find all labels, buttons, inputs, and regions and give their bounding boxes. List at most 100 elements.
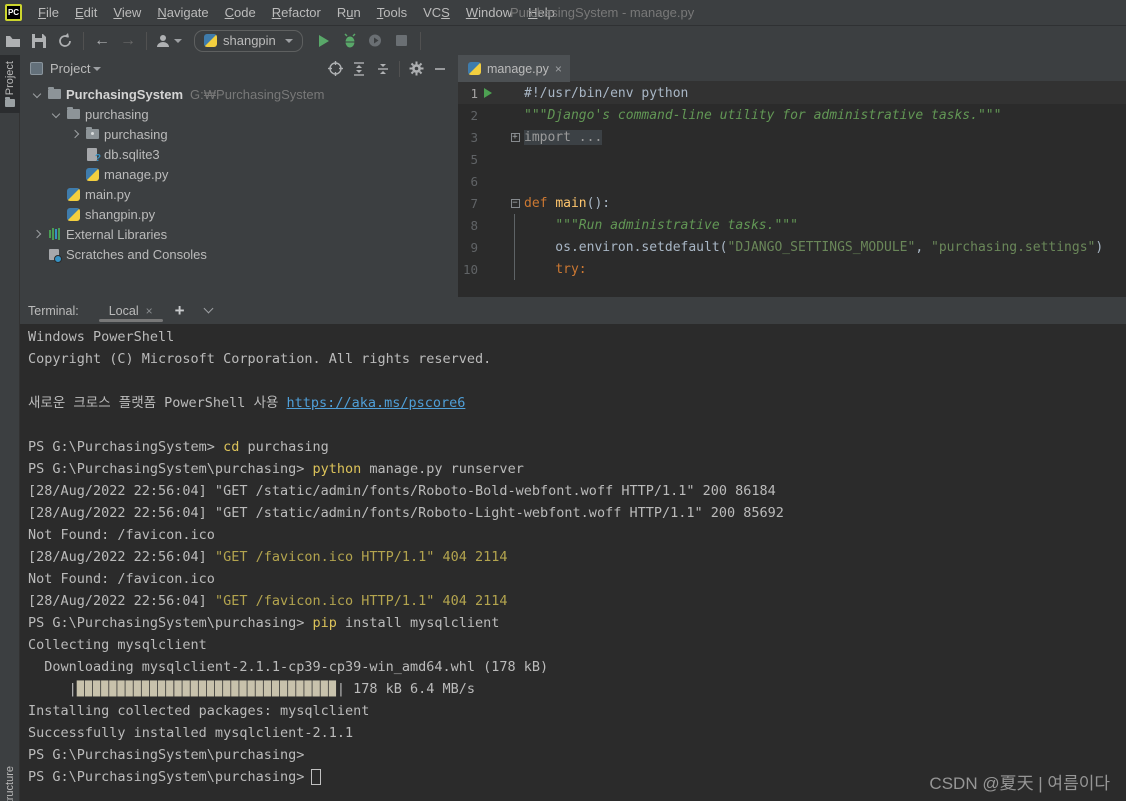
folder-icon [65,106,81,122]
chevron-right-icon[interactable] [66,131,84,137]
run-configuration-select[interactable]: shangpin [194,30,303,52]
tree-item-external-libraries[interactable]: External Libraries [20,224,458,244]
fold-collapse-icon[interactable]: − [508,192,522,214]
terminal-line-20: PS G:\PurchasingSystem\purchasing> [28,744,1126,766]
save-icon[interactable] [26,29,52,53]
chevron-down-icon[interactable] [47,111,65,117]
tree-item-scratches-and-consoles[interactable]: Scratches and Consoles [20,244,458,264]
structure-stripe-label: Structure [4,766,16,801]
terminal-label: Terminal: [28,304,79,318]
debug-button[interactable] [337,29,363,53]
toolbar-separator [83,32,84,50]
code-text: def main(): [522,196,610,211]
collapse-all-icon[interactable] [371,58,395,80]
fold-slot [508,82,522,104]
run-button[interactable] [311,29,337,53]
tree-item-purchasing[interactable]: purchasing [20,104,458,124]
code-line-1[interactable]: 1#!/usr/bin/env python [458,82,1126,104]
tab-manage-py[interactable]: manage.py × [458,55,570,82]
code-line-9[interactable]: 9 os.environ.setdefault("DJANGO_SETTINGS… [458,236,1126,258]
terminal-line-2: Copyright (C) Microsoft Corporation. All… [28,348,1126,370]
tree-item-label: main.py [85,187,131,202]
sync-icon[interactable] [52,29,78,53]
close-icon[interactable]: × [555,62,562,76]
tree-item-purchasing[interactable]: purchasing [20,124,458,144]
tree-item-manage-py[interactable]: manage.py [20,164,458,184]
chevron-down-icon[interactable] [28,91,46,97]
terminal-link[interactable]: https://aka.ms/pscore6 [287,395,466,411]
chevron-right-icon[interactable] [28,231,46,237]
terminal-line-12: Not Found: /favicon.ico [28,568,1126,590]
menu-run[interactable]: Run [329,5,369,20]
terminal-tab-local[interactable]: Local × [105,297,157,324]
menu-navigate[interactable]: Navigate [149,5,216,20]
code-line-2[interactable]: 2"""Django's command-line utility for ad… [458,104,1126,126]
code-text: #!/usr/bin/env python [522,86,688,101]
terminal-header: Terminal: Local × + [20,297,1126,324]
tree-item-label: External Libraries [66,227,167,242]
terminal-line-17: |▉▉▉▉▉▉▉▉▉▉▉▉▉▉▉▉▉▉▉▉▉▉▉▉▉▉▉▉▉▉▉▉| 178 k… [28,678,1126,700]
menu-edit[interactable]: Edit [67,5,105,20]
close-icon[interactable]: × [146,304,153,318]
line-number: 3 [458,130,478,145]
tree-item-purchasingsystem[interactable]: PurchasingSystemG:₩PurchasingSystem [20,84,458,104]
expand-all-icon[interactable] [347,58,371,80]
project-panel-title[interactable]: Project [50,61,90,76]
tree-item-db-sqlite3[interactable]: ?db.sqlite3 [20,144,458,164]
new-terminal-icon[interactable]: + [175,301,185,321]
coverage-button[interactable] [363,29,389,53]
project-panel-header: Project [20,55,458,82]
code-editor[interactable]: 1#!/usr/bin/env python2"""Django's comma… [458,82,1126,280]
code-text: try: [522,262,587,277]
main-toolbar: ← → shangpin [0,26,1126,55]
package-icon [84,126,100,142]
code-line-6[interactable]: 6 [458,170,1126,192]
pycharm-window: PC FileEditViewNavigateCodeRefactorRunTo… [0,0,1126,801]
terminal-lines: Windows PowerShellCopyright (C) Microsof… [28,326,1126,788]
tree-item-shangpin-py[interactable]: shangpin.py [20,204,458,224]
terminal-line-11: [28/Aug/2022 22:56:04] "GET /favicon.ico… [28,546,1126,568]
project-tree: PurchasingSystemG:₩PurchasingSystem purch… [20,82,458,264]
fold-slot [508,258,522,280]
line-number: 9 [458,240,478,255]
terminal-cursor [311,769,321,785]
left-tool-stripe: Project Structure [0,55,20,801]
menu-code[interactable]: Code [217,5,264,20]
project-view-icon [30,62,43,75]
tool-stripe-project[interactable]: Project [0,55,20,113]
fold-expand-icon[interactable]: + [508,126,522,148]
settings-gear-icon[interactable] [404,58,428,80]
forward-icon[interactable]: → [115,29,141,53]
terminal-line-5 [28,414,1126,436]
code-line-5[interactable]: 5 [458,148,1126,170]
stop-button[interactable] [389,29,415,53]
run-line-icon[interactable] [478,88,498,98]
menu-vcs[interactable]: VCS [415,5,458,20]
tree-item-main-py[interactable]: main.py [20,184,458,204]
tree-item-label: purchasing [104,127,168,142]
tree-item-label: purchasing [85,107,149,122]
user-icon[interactable] [152,29,186,53]
terminal-line-1: Windows PowerShell [28,326,1126,348]
menu-view[interactable]: View [105,5,149,20]
code-line-10[interactable]: 10 try: [458,258,1126,280]
fold-slot [508,148,522,170]
terminal-output[interactable]: Windows PowerShellCopyright (C) Microsof… [20,324,1126,801]
code-line-7[interactable]: 7−def main(): [458,192,1126,214]
menu-refactor[interactable]: Refactor [264,5,329,20]
code-text: os.environ.setdefault("DJANGO_SETTINGS_M… [522,240,1103,255]
code-line-8[interactable]: 8 """Run administrative tasks.""" [458,214,1126,236]
back-icon[interactable]: ← [89,29,115,53]
terminal-line-14: PS G:\PurchasingSystem\purchasing> pip i… [28,612,1126,634]
menu-tools[interactable]: Tools [369,5,415,20]
menu-file[interactable]: File [30,5,67,20]
locate-file-icon[interactable] [323,58,347,80]
tool-stripe-structure[interactable]: Structure [0,760,20,801]
open-icon[interactable] [0,29,26,53]
hide-panel-icon[interactable] [428,58,452,80]
chevron-down-icon[interactable] [93,67,101,71]
editor-tab-bar: manage.py × [458,55,1126,82]
file-icon: ? [84,146,100,162]
code-line-3[interactable]: 3+import ... [458,126,1126,148]
chevron-down-icon[interactable] [203,304,213,314]
